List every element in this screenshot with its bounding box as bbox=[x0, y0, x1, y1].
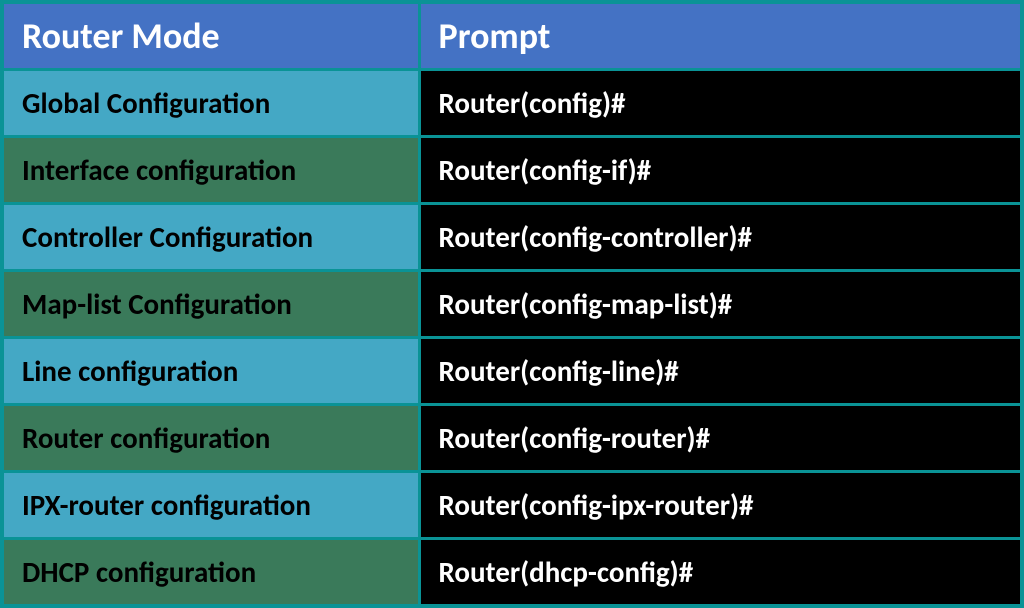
header-prompt: Prompt bbox=[421, 4, 1020, 68]
cell-router-mode: DHCP configuration bbox=[4, 540, 421, 604]
cell-prompt: Router(config-controller)# bbox=[421, 205, 1020, 269]
cell-prompt: Router(config-if)# bbox=[421, 138, 1020, 202]
router-modes-table: Router Mode Prompt Global Configuration … bbox=[0, 0, 1024, 608]
cell-router-mode: Line configuration bbox=[4, 339, 421, 403]
cell-prompt: Router(config-ipx-router)# bbox=[421, 473, 1020, 537]
cell-prompt: Router(config-line)# bbox=[421, 339, 1020, 403]
table-header-row: Router Mode Prompt bbox=[4, 4, 1020, 71]
table-row: Map-list Configuration Router(config-map… bbox=[4, 272, 1020, 339]
cell-router-mode: Map-list Configuration bbox=[4, 272, 421, 336]
cell-router-mode: IPX-router configuration bbox=[4, 473, 421, 537]
table-row: Global Configuration Router(config)# bbox=[4, 71, 1020, 138]
cell-router-mode: Global Configuration bbox=[4, 71, 421, 135]
cell-prompt: Router(config-router)# bbox=[421, 406, 1020, 470]
cell-prompt: Router(config-map-list)# bbox=[421, 272, 1020, 336]
table-row: Controller Configuration Router(config-c… bbox=[4, 205, 1020, 272]
cell-router-mode: Controller Configuration bbox=[4, 205, 421, 269]
table-row: Router configuration Router(config-route… bbox=[4, 406, 1020, 473]
table-row: Interface configuration Router(config-if… bbox=[4, 138, 1020, 205]
cell-prompt: Router(dhcp-config)# bbox=[421, 540, 1020, 604]
table-row: IPX-router configuration Router(config-i… bbox=[4, 473, 1020, 540]
table-row: Line configuration Router(config-line)# bbox=[4, 339, 1020, 406]
cell-prompt: Router(config)# bbox=[421, 71, 1020, 135]
header-router-mode: Router Mode bbox=[4, 4, 421, 68]
cell-router-mode: Router configuration bbox=[4, 406, 421, 470]
cell-router-mode: Interface configuration bbox=[4, 138, 421, 202]
table-row: DHCP configuration Router(dhcp-config)# bbox=[4, 540, 1020, 604]
